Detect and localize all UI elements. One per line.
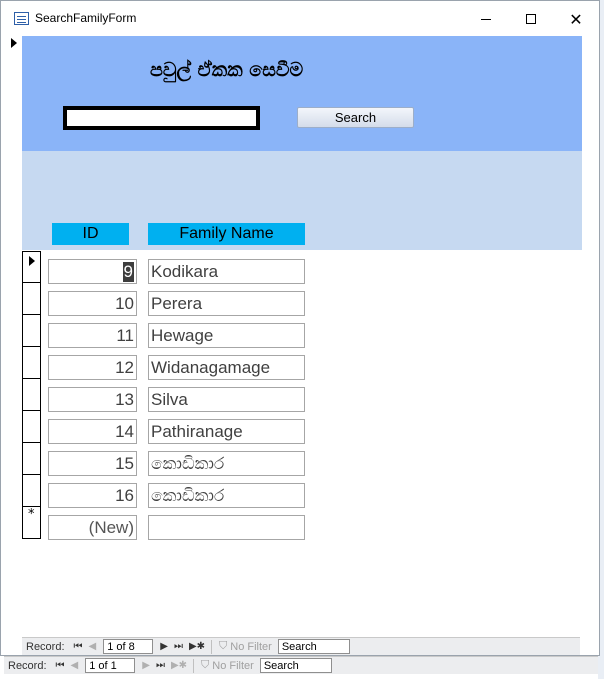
- column-header-family-name: Family Name: [148, 223, 305, 245]
- no-filter-label: No Filter: [212, 659, 254, 672]
- next-record-icon[interactable]: ▶: [160, 641, 168, 652]
- row-selector[interactable]: [22, 379, 41, 411]
- form-icon: [14, 12, 29, 25]
- subform-record-navigation: Record: ⏮ ◀ 1 of 8 ▶ ⏭ ▶✱ ⛉ No Filter Sea…: [22, 637, 580, 655]
- new-family-name-field[interactable]: [148, 515, 305, 540]
- record-label: Record:: [26, 640, 65, 653]
- family-name-field[interactable]: කොඩිකාර: [148, 451, 305, 476]
- minimize-button[interactable]: [466, 6, 506, 32]
- new-id-field[interactable]: (New): [48, 515, 137, 540]
- id-field[interactable]: 11: [48, 323, 137, 348]
- row-selector[interactable]: [22, 251, 41, 283]
- row-selector[interactable]: [22, 283, 41, 315]
- close-button[interactable]: ✕: [556, 6, 596, 32]
- current-record-arrow-icon: [11, 38, 17, 48]
- id-field[interactable]: 12: [48, 355, 137, 380]
- family-name-field[interactable]: කොඩිකාර: [148, 483, 305, 508]
- window-title: SearchFamilyForm: [35, 11, 137, 25]
- no-filter-label: No Filter: [230, 640, 272, 653]
- family-name-field[interactable]: Pathiranage: [148, 419, 305, 444]
- record-search-input[interactable]: Search: [259, 658, 332, 673]
- new-row-selector[interactable]: *: [22, 507, 41, 539]
- row-selector[interactable]: [22, 315, 41, 347]
- row-selector[interactable]: [22, 347, 41, 379]
- new-record-icon: *: [28, 507, 35, 522]
- form-header: [22, 36, 582, 151]
- title-bar[interactable]: SearchFamilyForm ✕: [1, 1, 599, 37]
- column-header-id: ID: [52, 223, 129, 245]
- search-input[interactable]: [63, 106, 260, 130]
- new-record-nav-icon[interactable]: ▶✱: [171, 660, 187, 671]
- family-name-field[interactable]: Kodikara: [148, 259, 305, 284]
- filter-icon: ⛉: [219, 640, 228, 652]
- row-selector[interactable]: [22, 443, 41, 475]
- first-record-icon[interactable]: ⏮: [56, 660, 65, 671]
- no-filter-button[interactable]: ⛉ No Filter: [219, 640, 272, 653]
- filter-icon: ⛉: [201, 659, 210, 671]
- page-title: පවුල් ඒකක සෙවීම: [150, 59, 304, 81]
- previous-record-icon[interactable]: ◀: [89, 641, 97, 652]
- id-field[interactable]: 9: [48, 259, 137, 284]
- no-filter-button[interactable]: ⛉ No Filter: [201, 659, 254, 672]
- minimize-icon: [481, 18, 491, 20]
- family-name-field[interactable]: Silva: [148, 387, 305, 412]
- next-record-icon[interactable]: ▶: [142, 660, 150, 671]
- family-name-field[interactable]: Widanagamage: [148, 355, 305, 380]
- form-record-navigation: Record: ⏮ ◀ 1 of 1 ▶ ⏭ ▶✱ ⛉ No Filter Sea…: [4, 656, 598, 674]
- record-label: Record:: [8, 659, 47, 672]
- id-field[interactable]: 16: [48, 483, 137, 508]
- id-field[interactable]: 13: [48, 387, 137, 412]
- first-record-icon[interactable]: ⏮: [74, 641, 83, 652]
- search-button[interactable]: Search: [297, 107, 414, 128]
- row-selector[interactable]: [22, 475, 41, 507]
- close-icon: ✕: [569, 9, 583, 29]
- family-name-field[interactable]: Perera: [148, 291, 305, 316]
- record-position-input[interactable]: 1 of 1: [85, 658, 136, 673]
- id-value: 9: [122, 261, 134, 282]
- form-record-selector[interactable]: [4, 36, 21, 636]
- previous-record-icon[interactable]: ◀: [71, 660, 79, 671]
- record-search-input[interactable]: Search: [277, 639, 350, 654]
- maximize-icon: [526, 14, 536, 24]
- id-field[interactable]: 15: [48, 451, 137, 476]
- divider: [193, 658, 195, 673]
- id-field[interactable]: 10: [48, 291, 137, 316]
- row-selector[interactable]: [22, 411, 41, 443]
- maximize-button[interactable]: [511, 6, 551, 32]
- id-field[interactable]: 14: [48, 419, 137, 444]
- last-record-icon[interactable]: ⏭: [156, 660, 165, 671]
- current-row-arrow-icon: [29, 256, 35, 266]
- family-name-field[interactable]: Hewage: [148, 323, 305, 348]
- last-record-icon[interactable]: ⏭: [174, 641, 183, 652]
- record-position-input[interactable]: 1 of 8: [103, 639, 154, 654]
- new-record-nav-icon[interactable]: ▶✱: [189, 641, 205, 652]
- divider: [211, 639, 213, 654]
